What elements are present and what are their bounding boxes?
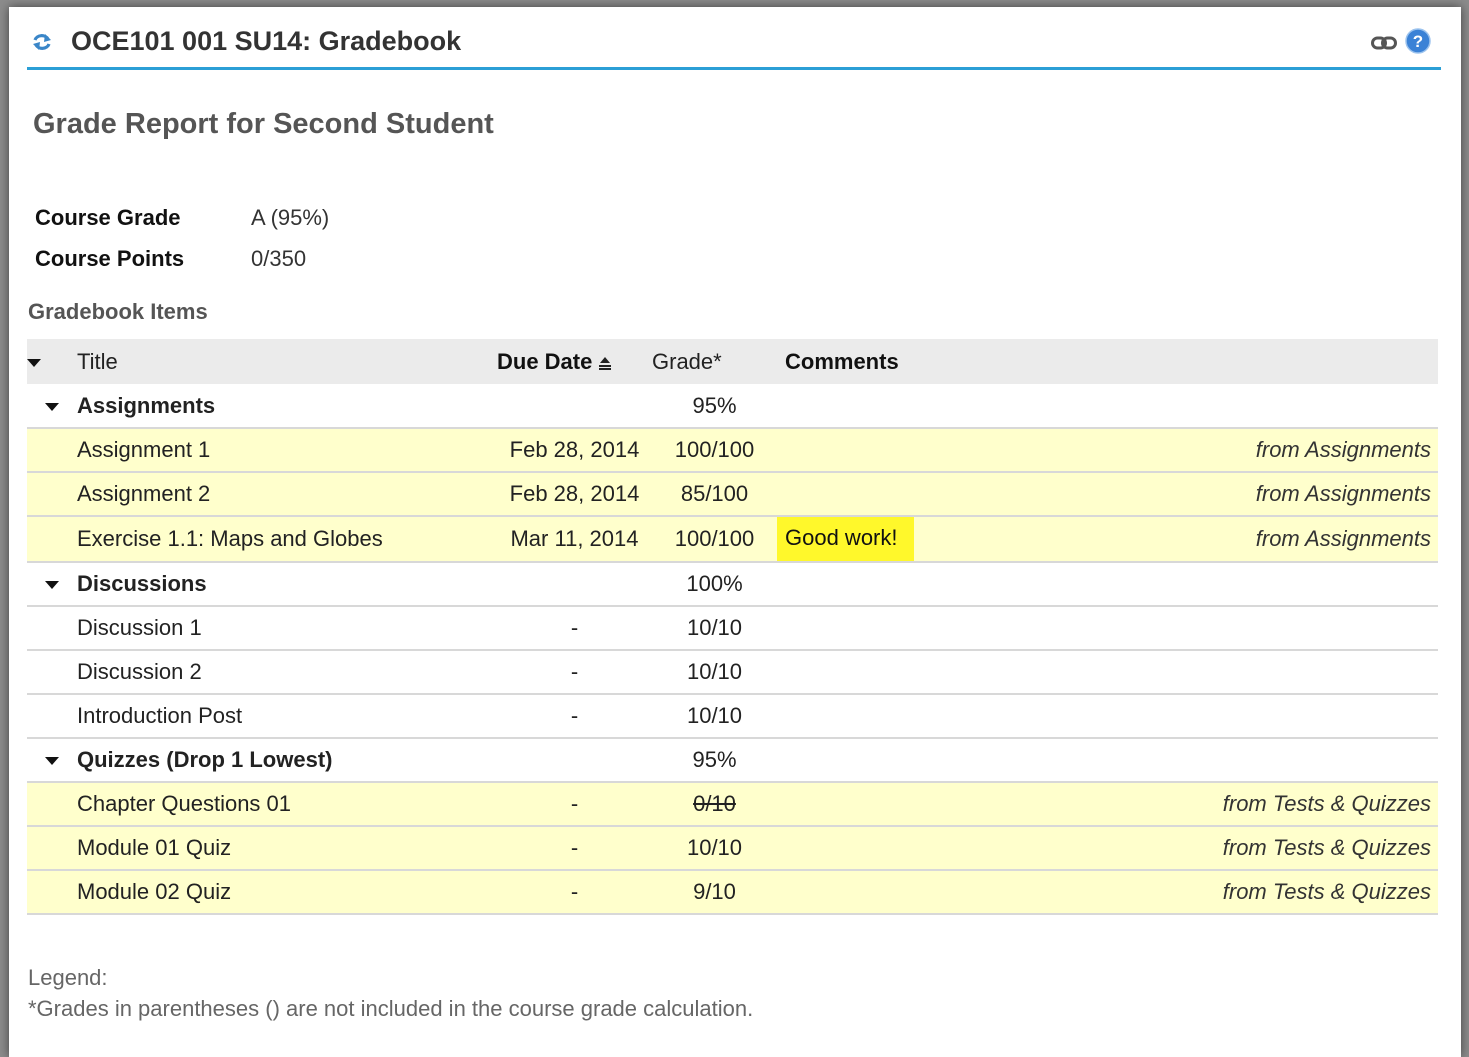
item-source: from Assignments <box>1255 526 1431 551</box>
item-title: Assignment 1 <box>77 437 211 462</box>
category-grade: 95% <box>692 747 737 772</box>
category-row-assignments[interactable]: Assignments 95% <box>27 384 1438 428</box>
course-points-row: Course Points 0/350 <box>35 238 329 279</box>
item-grade: 85/100 <box>680 481 749 506</box>
category-grade: 95% <box>692 392 737 418</box>
course-grade-row: Course Grade A (95%) <box>35 197 329 238</box>
collapse-all-toggle[interactable] <box>27 339 77 384</box>
table-row: Assignment 1 Feb 28, 2014 100/100 from A… <box>27 428 1438 472</box>
legend-label: Legend: <box>28 965 108 990</box>
item-due-date: - <box>570 879 579 904</box>
link-icon[interactable] <box>1371 35 1397 51</box>
item-title: Discussion 1 <box>77 615 202 640</box>
item-source: from Assignments <box>1255 437 1431 462</box>
item-title: Chapter Questions 01 <box>77 791 292 816</box>
item-title: Exercise 1.1: Maps and Globes <box>77 526 383 551</box>
item-source: from Tests & Quizzes <box>1222 791 1431 816</box>
item-grade: 10/10 <box>686 703 743 728</box>
comment-highlight: Good work! <box>777 517 914 561</box>
item-comment <box>777 428 1105 472</box>
item-due-date: Mar 11, 2014 <box>510 526 639 551</box>
table-row: Assignment 2 Feb 28, 2014 85/100 from As… <box>27 472 1438 516</box>
table-header-row: Title Due Date Grade* Comments <box>27 339 1438 384</box>
category-grade: 100% <box>686 571 743 596</box>
caret-down-icon <box>45 581 59 590</box>
category-toggle[interactable] <box>27 562 77 606</box>
item-grade: 10/10 <box>686 835 743 860</box>
column-header-grade[interactable]: Grade* <box>652 339 777 384</box>
item-comment: Good work! <box>777 516 1105 562</box>
course-grade-label: Course Grade <box>35 204 181 230</box>
item-source: from Tests & Quizzes <box>1222 879 1431 904</box>
window-titlebar: OCE101 001 SU14: Gradebook ? <box>27 17 1441 70</box>
column-header-source <box>1105 339 1438 384</box>
caret-down-icon <box>45 402 59 411</box>
gradebook-window: OCE101 001 SU14: Gradebook ? Grade Repor… <box>9 7 1461 1057</box>
legend-note: *Grades in parentheses () are not includ… <box>28 996 754 1021</box>
item-due-date: - <box>570 791 579 816</box>
legend: Legend: *Grades in parentheses () are no… <box>28 962 753 1024</box>
item-title: Assignment 2 <box>77 481 211 506</box>
item-source: from Assignments <box>1255 481 1431 506</box>
help-icon[interactable]: ? <box>1405 28 1431 54</box>
category-row-quizzes[interactable]: Quizzes (Drop 1 Lowest) 95% <box>27 738 1438 782</box>
column-header-due-date[interactable]: Due Date <box>497 339 652 384</box>
item-due-date: - <box>570 659 579 684</box>
item-due-date: - <box>570 615 579 640</box>
column-header-comments: Comments <box>785 348 899 374</box>
table-row: Introduction Post - 10/10 <box>27 694 1438 738</box>
item-due-date: - <box>570 835 579 860</box>
item-grade-dropped: 0/10 <box>652 782 777 826</box>
item-due-date: Feb 28, 2014 <box>509 437 640 462</box>
gradebook-items-heading: Gradebook Items <box>28 299 208 324</box>
table-row: Module 01 Quiz - 10/10 from Tests & Quiz… <box>27 826 1438 870</box>
refresh-icon[interactable] <box>31 31 53 53</box>
item-title: Module 01 Quiz <box>77 835 232 860</box>
item-source: from Tests & Quizzes <box>1222 835 1431 860</box>
category-name: Quizzes (Drop 1 Lowest) <box>77 747 333 772</box>
category-row-discussions[interactable]: Discussions 100% <box>27 562 1438 606</box>
table-row: Chapter Questions 01 - 0/10 from Tests &… <box>27 782 1438 826</box>
dropped-grade: 0/10 <box>693 791 736 816</box>
report-title: Grade Report for Second Student <box>33 108 494 140</box>
item-due-date: Feb 28, 2014 <box>509 481 640 506</box>
item-grade: 100/100 <box>674 437 755 462</box>
item-title: Module 02 Quiz <box>77 879 232 904</box>
table-row: Exercise 1.1: Maps and Globes Mar 11, 20… <box>27 516 1438 562</box>
item-grade: 9/10 <box>693 879 736 904</box>
column-header-title[interactable]: Title <box>77 339 497 384</box>
course-grade-value: A (95%) <box>251 204 330 230</box>
gradebook-table: Title Due Date Grade* Comments Assignmen… <box>27 339 1438 915</box>
table-row: Discussion 1 - 10/10 <box>27 606 1438 650</box>
course-points-value: 0/350 <box>251 245 307 271</box>
item-grade: 10/10 <box>686 659 743 684</box>
window-title: OCE101 001 SU14: Gradebook <box>71 26 462 56</box>
item-title: Discussion 2 <box>77 659 202 684</box>
table-row: Discussion 2 - 10/10 <box>27 650 1438 694</box>
svg-text:?: ? <box>1413 32 1423 51</box>
item-title: Introduction Post <box>77 703 243 728</box>
category-name: Discussions <box>77 571 207 596</box>
caret-down-icon <box>27 358 41 367</box>
item-grade: 100/100 <box>674 526 755 551</box>
sort-ascending-icon <box>599 356 612 370</box>
course-points-label: Course Points <box>35 245 185 271</box>
item-comment <box>777 472 1105 516</box>
item-grade: 10/10 <box>686 615 743 640</box>
category-toggle[interactable] <box>27 738 77 782</box>
table-row: Module 02 Quiz - 9/10 from Tests & Quizz… <box>27 870 1438 914</box>
category-name: Assignments <box>77 392 216 418</box>
item-due-date: - <box>570 703 579 728</box>
caret-down-icon <box>45 757 59 766</box>
category-toggle[interactable] <box>27 384 77 428</box>
course-summary: Course Grade A (95%) Course Points 0/350 <box>35 197 329 279</box>
